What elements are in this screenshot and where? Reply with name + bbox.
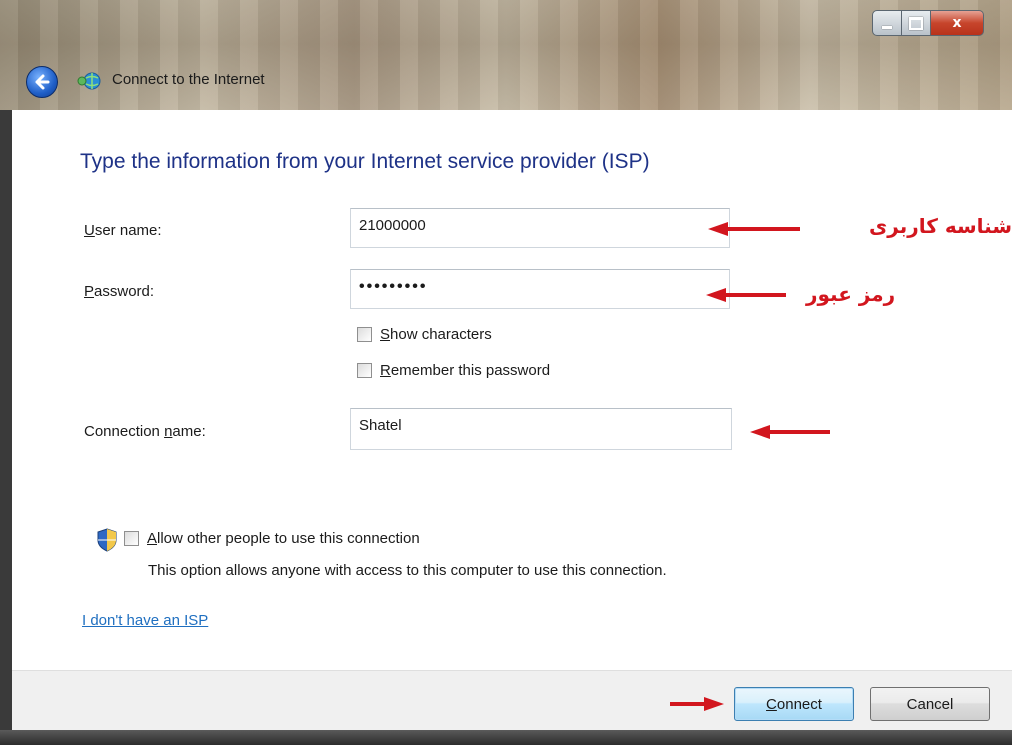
connection-name-label-text: ame:	[172, 423, 206, 440]
password-label-text: assword:	[94, 283, 155, 300]
titlebar: x Connect to the Internet	[0, 0, 1012, 110]
close-button[interactable]: x	[931, 10, 984, 36]
password-annotation: رمز عبور	[806, 282, 896, 306]
connect-label: onnect	[776, 695, 822, 713]
show-characters-checkbox[interactable]	[357, 327, 372, 342]
cancel-label: Cancel	[906, 695, 954, 713]
allow-others-label: llow other people to use this connection	[157, 530, 420, 547]
connection-name-value: Shatel	[359, 417, 402, 434]
password-label: Password:	[84, 283, 154, 300]
connection-name-annotation-arrow-icon	[750, 425, 830, 439]
connect-button[interactable]: Connect	[734, 687, 854, 721]
username-annotation-arrow-icon	[708, 222, 800, 236]
allow-others-accesskey: A	[147, 530, 158, 547]
username-input[interactable]: 21000000	[350, 208, 730, 248]
remember-password-checkbox-row[interactable]: Remember this password	[357, 362, 550, 379]
maximize-icon	[909, 16, 923, 30]
show-characters-checkbox-row[interactable]: Show characters	[357, 326, 492, 343]
remember-password-accesskey: R	[380, 362, 391, 379]
uac-shield-icon	[97, 528, 117, 552]
username-annotation: شناسه کاربری	[868, 214, 1012, 238]
connect-accesskey: C	[766, 695, 777, 713]
password-annotation-arrow-icon	[706, 288, 786, 302]
back-button[interactable]	[26, 66, 58, 98]
cancel-button[interactable]: Cancel	[870, 687, 990, 721]
connection-name-input[interactable]: Shatel	[350, 408, 732, 450]
password-value: •••••••••	[359, 278, 428, 295]
allow-others-checkbox-row[interactable]: Allow other people to use this connectio…	[124, 530, 420, 547]
username-label-text: ser name:	[94, 222, 162, 239]
username-value: 21000000	[359, 217, 426, 234]
password-input[interactable]: •••••••••	[350, 269, 730, 309]
password-label-accesskey: P	[84, 283, 95, 300]
dialog-window: x Connect to the Internet Type the infor…	[0, 0, 1012, 745]
window-title: Connect to the Internet	[112, 71, 265, 88]
caption-buttons: x	[872, 10, 984, 36]
show-characters-accesskey: S	[380, 326, 391, 343]
connect-annotation-arrow-icon	[670, 697, 724, 711]
connection-name-label: Connection name:	[84, 423, 206, 440]
back-arrow-icon	[35, 74, 50, 90]
show-characters-label: how characters	[390, 326, 492, 343]
connection-name-label-start: Connection	[84, 423, 165, 440]
remember-password-checkbox[interactable]	[357, 363, 372, 378]
network-globe-icon	[77, 72, 101, 90]
dialog-footer: Connect Cancel	[12, 670, 1012, 731]
page-heading: Type the information from your Internet …	[80, 150, 650, 173]
maximize-button[interactable]	[902, 10, 931, 36]
remember-password-label: emember this password	[390, 362, 551, 379]
username-label: User name:	[84, 222, 162, 239]
dialog-content: Type the information from your Internet …	[12, 110, 1012, 670]
allow-others-checkbox[interactable]	[124, 531, 139, 546]
no-isp-link[interactable]: I don't have an ISP	[82, 612, 208, 629]
minimize-button[interactable]	[872, 10, 902, 36]
minimize-icon	[882, 25, 892, 29]
allow-others-description: This option allows anyone with access to…	[148, 562, 667, 579]
window-bottom-border	[0, 730, 1012, 745]
close-icon: x	[952, 15, 962, 31]
username-label-accesskey: U	[84, 222, 95, 239]
